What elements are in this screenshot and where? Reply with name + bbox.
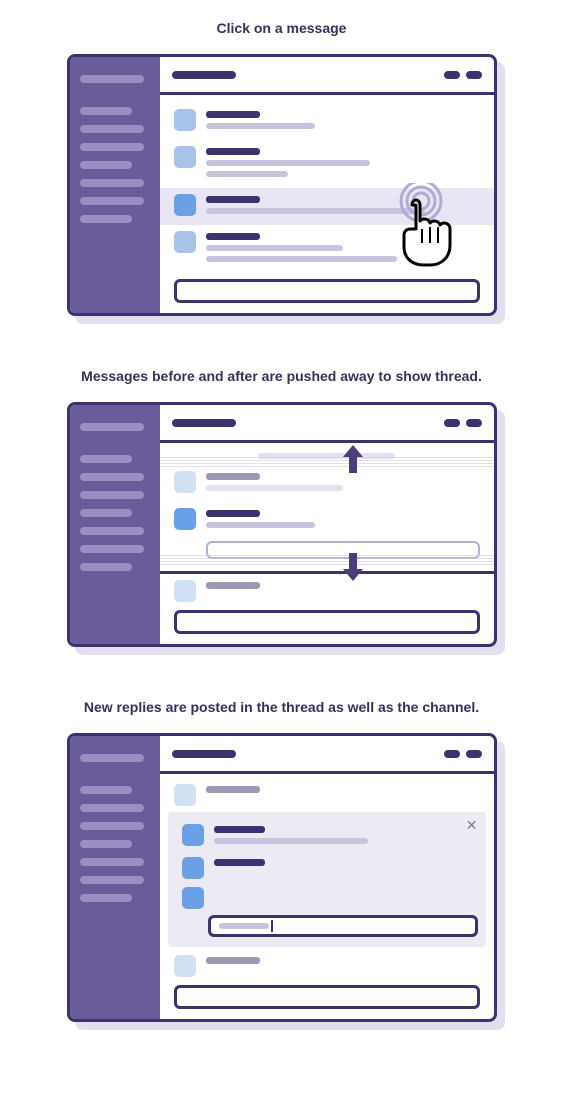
diagram-step-1: Click on a message [0,20,563,318]
sidebar-item[interactable] [80,545,144,553]
app-window-1 [67,54,497,316]
avatar [174,471,196,493]
avatar [174,231,196,253]
sidebar-item[interactable] [80,563,132,571]
sidebar-item[interactable] [80,107,132,115]
window-control[interactable] [444,750,460,758]
sidebar-item[interactable] [80,179,144,187]
avatar [174,146,196,168]
message-row[interactable] [160,955,494,979]
sidebar-item[interactable] [80,822,144,830]
sidebar-item[interactable] [80,804,144,812]
titlebar [160,405,494,443]
app-window-2 [67,402,497,647]
sidebar [70,57,160,313]
sidebar-item[interactable] [80,125,144,133]
avatar [182,824,204,846]
window-wrap-1 [67,54,497,316]
message-list [160,95,494,313]
channel-title [172,750,236,758]
titlebar [160,736,494,774]
sidebar-item[interactable] [80,215,132,223]
avatar [182,887,204,909]
sidebar-item[interactable] [80,75,144,83]
avatar [174,194,196,216]
sidebar-item[interactable] [80,754,144,762]
channel-title [172,419,236,427]
sidebar-item[interactable] [80,840,132,848]
sidebar-item[interactable] [80,143,144,151]
avatar [174,580,196,602]
caption-1: Click on a message [0,20,563,36]
window-controls [444,71,482,79]
channel-title [172,71,236,79]
window-controls [444,419,482,427]
main-pane [160,57,494,313]
sidebar [70,405,160,644]
message-row[interactable] [160,103,494,140]
thread-reply-input[interactable] [208,915,478,937]
message-list [160,443,494,644]
window-wrap-3: ✕ [67,733,497,1022]
compose-row [160,273,494,303]
sidebar-item[interactable] [80,876,144,884]
compose-row [160,604,494,634]
arrow-down-icon [339,551,367,583]
caption-3: New replies are posted in the thread as … [0,699,563,715]
avatar [174,508,196,530]
avatar [174,784,196,806]
message-input[interactable] [174,985,480,1009]
typed-text [219,923,269,929]
avatar [182,857,204,879]
window-controls [444,750,482,758]
sidebar-item[interactable] [80,527,144,535]
message-input[interactable] [174,279,480,303]
click-cursor-icon [382,183,460,275]
thread-panel: ✕ [168,812,486,947]
app-window-3: ✕ [67,733,497,1022]
message-list: ✕ [160,774,494,1019]
message-input[interactable] [174,610,480,634]
diagram-step-2: Messages before and after are pushed awa… [0,368,563,649]
sidebar-item[interactable] [80,197,144,205]
arrow-up-icon [339,443,367,475]
thread-expansion-zone [160,461,494,563]
main-pane: ✕ [160,736,494,1019]
close-icon[interactable]: ✕ [466,818,478,832]
thread-message[interactable] [176,883,478,909]
sidebar-item[interactable] [80,455,132,463]
message-row-pushed [160,574,494,604]
sidebar-item[interactable] [80,491,144,499]
sidebar-item[interactable] [80,786,132,794]
titlebar [160,57,494,95]
window-control[interactable] [466,419,482,427]
window-control[interactable] [444,419,460,427]
message-row[interactable] [160,140,494,188]
sidebar-item[interactable] [80,423,144,431]
window-control[interactable] [466,71,482,79]
window-control[interactable] [466,750,482,758]
window-wrap-2 [67,402,497,647]
caption-2: Messages before and after are pushed awa… [0,368,563,384]
avatar [174,955,196,977]
sidebar [70,736,160,1019]
text-cursor-icon [271,920,273,932]
sidebar-item[interactable] [80,161,132,169]
message-row[interactable] [160,465,494,502]
thread-message[interactable] [176,820,478,853]
message-row-focused[interactable] [160,502,494,539]
message-row[interactable] [160,782,494,808]
motion-lines-icon [160,555,494,567]
thread-message[interactable] [176,853,478,883]
main-pane [160,405,494,644]
sidebar-item[interactable] [80,894,132,902]
sidebar-item[interactable] [80,858,144,866]
avatar [174,109,196,131]
compose-row [160,979,494,1009]
window-control[interactable] [444,71,460,79]
sidebar-item[interactable] [80,509,132,517]
diagram-step-3: New replies are posted in the thread as … [0,699,563,1024]
sidebar-item[interactable] [80,473,144,481]
